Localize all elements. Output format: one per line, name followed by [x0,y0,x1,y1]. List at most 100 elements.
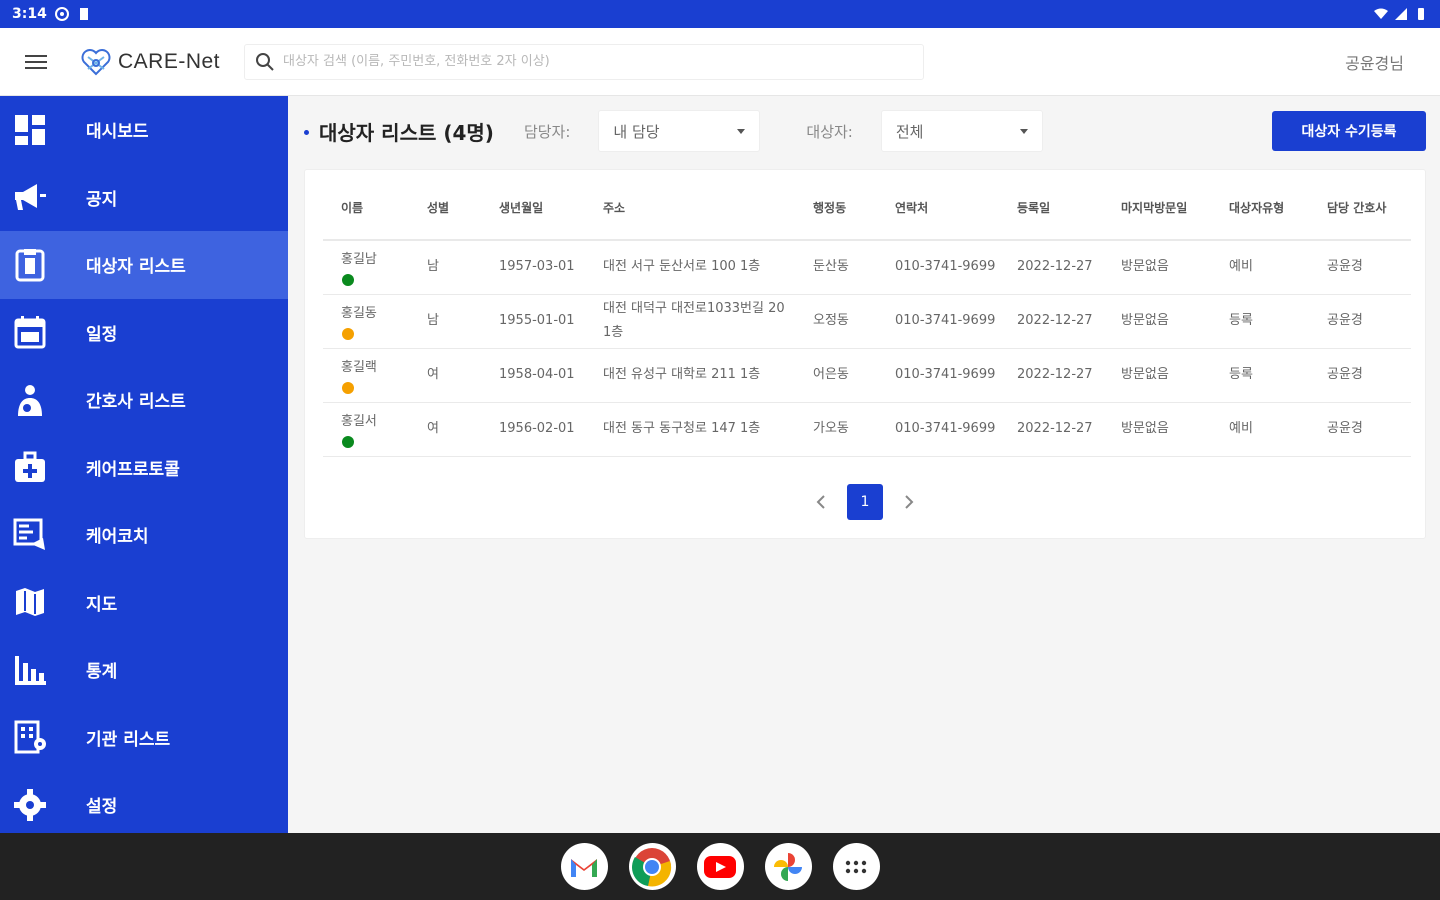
nurse-cell: 공윤경 [1309,294,1411,349]
app-launcher-icon[interactable] [832,843,880,890]
column-header[interactable]: 주소 [585,176,795,241]
client-table: 이름 성별 생년월일 주소 행정동 연락처 등록일 마지막방문일 대상자유형 담… [323,176,1411,457]
sidebar-item-client-list[interactable]: 대상자 리스트 [0,231,288,299]
table-row[interactable]: 홍길랙 여 1958-04-01 대전 유성구 대학로 211 1층 어은동 0… [323,348,1411,403]
nurse-cell: 공윤경 [1309,348,1411,403]
phone-cell: 010-3741-9699 [877,240,999,295]
logo-text: CARE-Net [118,49,221,73]
type-cell: 예비 [1211,240,1309,295]
column-header[interactable]: 행정동 [795,176,877,241]
sidebar-item-schedule[interactable]: 일정 [0,299,288,367]
last-visit-cell: 방문없음 [1103,348,1211,403]
sidebar-item-care-protocol[interactable]: 케어프로토콜 [0,434,288,502]
sidebar-item-label: 간호사 리스트 [86,392,186,413]
birth-cell: 1957-03-01 [481,240,585,295]
table-row[interactable]: 홍길남 남 1957-03-01 대전 서구 둔산서로 100 1층 둔산동 0… [323,240,1411,295]
list-toolbar: 대상자 리스트 (4명) 담당자: 내 담당 대상자: 전체 대상자 수기등록 [304,96,1426,166]
birth-cell: 1958-04-01 [481,348,585,403]
table-row[interactable]: 홍길동 남 1955-01-01 대전 대덕구 대전로1033번길 20 1층 … [323,294,1411,349]
column-header[interactable]: 마지막방문일 [1103,176,1211,241]
column-header[interactable]: 성별 [409,176,481,241]
status-dot-icon [342,382,354,394]
target-filter-value: 전체 [895,122,924,141]
search-box[interactable] [244,43,924,80]
chat-icon [12,517,48,553]
top-app-bar: CARE-Net 공윤경님 [0,28,1440,96]
vpn-icon [54,7,69,21]
column-header[interactable]: 연락처 [877,176,999,241]
youtube-icon[interactable] [696,843,744,890]
status-dot-icon [342,274,354,287]
app-logo: CARE-Net [80,47,240,77]
name-cell: 홍길남 [323,240,409,295]
user-name[interactable]: 공윤경님 [1345,50,1404,74]
photos-icon[interactable] [764,843,812,890]
medical-kit-icon [12,449,48,485]
add-client-button[interactable]: 대상자 수기등록 [1272,111,1426,151]
status-dot-icon [342,328,354,340]
sidebar-item-dashboard[interactable]: 대시보드 [0,96,288,164]
phone-cell: 010-3741-9699 [877,402,999,457]
sidebar-item-settings[interactable]: 설정 [0,771,288,833]
column-header[interactable]: 이름 [323,176,409,241]
address-cell: 대전 유성구 대학로 211 1층 [585,348,795,403]
registered-cell: 2022-12-27 [999,348,1103,403]
table-header-row: 이름 성별 생년월일 주소 행정동 연락처 등록일 마지막방문일 대상자유형 담… [323,176,1411,241]
next-page-button[interactable] [897,490,921,514]
care-net-logo-icon [81,48,111,75]
table-row[interactable]: 홍길서 여 1956-02-01 대전 동구 동구청로 147 1층 가오동 0… [323,402,1411,457]
sidebar-item-label: 일정 [86,324,118,345]
pagination: 1 [305,484,1425,520]
gender-cell: 남 [409,294,481,349]
nurse-cell: 공윤경 [1309,402,1411,457]
column-header[interactable]: 생년월일 [481,176,585,241]
search-input[interactable] [283,54,913,69]
search-icon [256,52,274,71]
gender-cell: 여 [409,348,481,403]
address-cell: 대전 동구 동구청로 147 1층 [585,402,795,457]
system-status-bar: 3:14 [0,0,1440,28]
column-header[interactable]: 등록일 [999,176,1103,241]
sidebar-item-label: 기관 리스트 [86,729,171,750]
gmail-icon[interactable] [560,843,608,890]
dong-cell: 어은동 [795,348,877,403]
sidebar-item-institution-list[interactable]: 기관 리스트 [0,704,288,772]
manager-filter-value: 내 담당 [613,122,660,141]
dong-cell: 둔산동 [795,240,877,295]
gender-cell: 여 [409,402,481,457]
nurse-icon [12,382,48,418]
last-visit-cell: 방문없음 [1103,240,1211,295]
megaphone-icon [12,179,48,215]
dong-cell: 오정동 [795,294,877,349]
sidebar-item-statistics[interactable]: 통계 [0,636,288,704]
sidebar-item-label: 케어코치 [86,527,149,548]
last-visit-cell: 방문없음 [1103,402,1211,457]
sidebar-item-care-coach[interactable]: 케어코치 [0,501,288,569]
building-icon [12,719,48,755]
sidebar-item-label: 지도 [86,594,118,615]
manager-filter-label: 담당자: [523,122,571,141]
address-cell: 대전 대덕구 대전로1033번길 20 1층 [585,294,795,349]
prev-page-button[interactable] [809,490,833,514]
chrome-icon[interactable] [628,843,676,890]
chevron-down-icon [1019,128,1028,134]
column-header[interactable]: 대상자유형 [1211,176,1309,241]
dashboard-icon [12,112,48,148]
hamburger-menu-button[interactable] [0,28,72,96]
column-header[interactable]: 담당 간호사 [1309,176,1411,241]
sidebar-item-notice[interactable]: 공지 [0,164,288,232]
sidebar-item-nurse-list[interactable]: 간호사 리스트 [0,366,288,434]
name-cell: 홍길랙 [323,348,409,403]
target-filter-select[interactable]: 전체 [880,110,1043,152]
name-cell: 홍길동 [323,294,409,349]
manager-filter-select[interactable]: 내 담당 [598,110,761,152]
sidebar-item-label: 케어프로토콜 [86,459,180,480]
sd-card-icon [79,8,88,20]
sidebar-item-map[interactable]: 지도 [0,569,288,637]
last-visit-cell: 방문없음 [1103,294,1211,349]
app-dock [0,833,1440,900]
page-number-button[interactable]: 1 [847,484,883,520]
battery-icon [1418,8,1424,20]
client-name: 홍길남 [341,252,377,268]
type-cell: 예비 [1211,402,1309,457]
